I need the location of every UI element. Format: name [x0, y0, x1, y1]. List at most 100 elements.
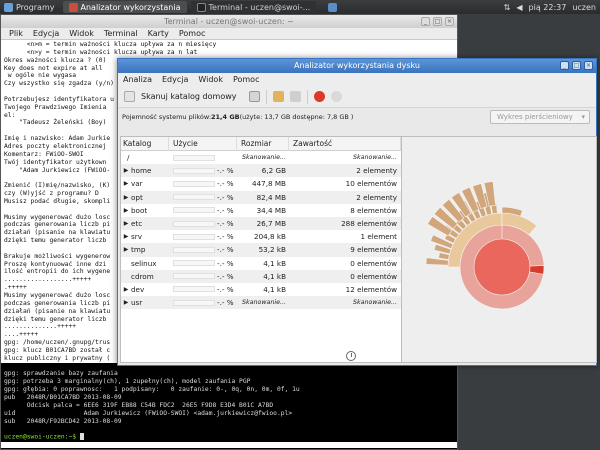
maximize-button[interactable]: □	[433, 17, 442, 26]
column-header-usage[interactable]: Użycie	[169, 136, 237, 151]
terminal-menu-item[interactable]: Karty	[148, 28, 169, 39]
expander-triangle-icon[interactable]: ▶	[121, 233, 131, 240]
apps-menu-button[interactable]: Programy	[0, 0, 59, 14]
terminal-prompt[interactable]: uczen@swoi-uczen:~$	[4, 434, 80, 441]
task-analyzer[interactable]: Analizator wykorzystania	[62, 1, 187, 13]
network-icon[interactable]: ⇅	[504, 3, 511, 12]
analyzer-menu-item[interactable]: Analiza	[123, 73, 152, 86]
ring-chart-panel[interactable]	[402, 136, 597, 363]
user-menu[interactable]: uczen	[572, 3, 596, 12]
terminal-line: Zmienić (I)mię/nazwisko, (K)	[4, 182, 111, 190]
analyzer-titlebar[interactable]: Analizator wykorzystania dysku _ □ ×	[118, 59, 596, 73]
stop-icon[interactable]	[313, 91, 325, 102]
table-row[interactable]: / Skanowanie... Skanowanie...	[121, 151, 401, 164]
expander-triangle-icon[interactable]: ▶	[121, 180, 131, 187]
terminal-line: <n>y = termin ważności klucza upływa za …	[4, 48, 198, 56]
terminal-line: gpg: /home/uczen/.gnupg/trus	[4, 339, 111, 347]
analyzer-toolbar: Skanuj katalog domowy	[118, 86, 596, 108]
terminal-title: Terminal - uczen@swoi-uczen: ~	[164, 17, 294, 26]
analyzer-menu-item[interactable]: Pomoc	[233, 73, 260, 86]
analyzer-maximize-button[interactable]: □	[572, 61, 581, 70]
usage-bar	[173, 233, 215, 240]
expander-triangle-icon[interactable]: ▶	[121, 246, 131, 253]
minimize-button[interactable]: _	[421, 17, 430, 26]
table-row[interactable]: ▶ dev -.- % 4,1 kB 12 elementów	[121, 283, 401, 296]
analyzer-close-button[interactable]: ×	[584, 61, 593, 70]
contents-cell: Skanowanie...	[353, 299, 397, 307]
expander-triangle-icon[interactable]: ▶	[121, 220, 131, 227]
close-button[interactable]: ×	[445, 17, 454, 26]
terminal-line: ....+++++	[4, 331, 39, 339]
analyzer-menu-item[interactable]: Widok	[198, 73, 223, 86]
terminal-menu-item[interactable]: Widok	[69, 28, 94, 39]
usage-cell: -.- %	[169, 206, 237, 215]
terminal-menu-item[interactable]: Edycja	[33, 28, 59, 39]
terminal-line: .+++++	[4, 284, 27, 292]
analyzer-minimize-button[interactable]: _	[560, 61, 569, 70]
usage-bar	[173, 194, 215, 201]
refresh-icon[interactable]	[330, 91, 342, 102]
scan-filesystem-icon[interactable]	[248, 91, 260, 102]
terminal-menu-item[interactable]: Plik	[9, 28, 23, 39]
analyzer-menu-item[interactable]: Edycja	[162, 73, 188, 86]
chevron-down-icon: ▾	[581, 113, 585, 121]
contents-cell: 9 elementów	[350, 245, 397, 255]
expander-triangle-icon[interactable]: ▶	[121, 299, 131, 306]
analyzer-title: Analizator wykorzystania dysku	[294, 61, 420, 70]
usage-cell: -.- %	[169, 166, 237, 175]
expander-triangle-icon[interactable]: ▶	[121, 167, 131, 174]
volume-icon[interactable]: ◀	[516, 3, 522, 12]
expander-triangle-icon[interactable]: ▶	[121, 286, 131, 293]
terminal-line: Twojego Prawdziwego Imienia	[4, 103, 107, 111]
directory-name: selinux	[131, 258, 157, 268]
task-terminal[interactable]: Terminal - uczen@swoi-...	[190, 1, 317, 13]
table-header: Katalog Użycie Rozmiar Zawartość	[121, 136, 401, 151]
terminal-menu-item[interactable]: Terminal	[104, 28, 138, 39]
column-header-size[interactable]: Rozmiar	[237, 136, 289, 151]
table-row[interactable]: ▶ etc -.- % 26,7 MB 288 elementów	[121, 216, 401, 231]
column-header-contents[interactable]: Zawartość	[289, 136, 401, 151]
terminal-menu-item[interactable]: Pomoc	[179, 28, 206, 39]
usage-bar	[173, 273, 215, 280]
directory-name: tmp	[131, 245, 146, 255]
usage-percent: -.- %	[217, 245, 234, 255]
analyzer-menubar: Analiza Edycja Widok Pomoc	[118, 73, 596, 86]
scan-remote-icon[interactable]	[289, 91, 301, 102]
capacity-prefix: Pojemność systemu plików:	[122, 113, 212, 121]
column-header-directory[interactable]: Katalog	[121, 136, 169, 151]
expander-triangle-icon[interactable]: ▶	[121, 194, 131, 201]
scan-folder-icon[interactable]	[272, 91, 284, 102]
directory-name: home	[131, 166, 152, 176]
terminal-line: el:	[4, 111, 16, 119]
size-cell: 204,8 kB	[254, 232, 286, 242]
scan-home-button[interactable]: Skanuj katalog domowy	[141, 92, 237, 101]
table-row[interactable]: ▶ opt -.- % 82,4 MB 2 elementy	[121, 190, 401, 204]
directory-name: cdrom	[131, 271, 154, 281]
usage-cell: -.- %	[169, 285, 237, 294]
ring-chart[interactable]	[402, 137, 596, 366]
table-row[interactable]: ▶ tmp -.- % 53,2 kB 9 elementów	[121, 243, 401, 257]
terminal-line: klucz publiczny i prywatny (	[4, 354, 111, 362]
terminal-line: Musimy wygenerować dużo losc	[4, 213, 111, 221]
table-row[interactable]: cdrom -.- % 4,1 kB 0 elementów	[121, 269, 401, 283]
table-row[interactable]: ▶ usr -.- % Skanowanie... Skanowanie...	[121, 296, 401, 310]
contents-cell: Skanowanie...	[353, 154, 397, 162]
terminal-line: dzięki temu generator liczb	[4, 315, 107, 323]
table-row[interactable]: ▶ home -.- % 6,2 GB 2 elementy	[121, 164, 401, 178]
directory-name: boot	[131, 205, 148, 215]
table-row[interactable]: ▶ boot -.- % 34,4 MB 8 elementów	[121, 204, 401, 217]
table-row[interactable]: ▶ srv -.- % 204,8 kB 1 element	[121, 230, 401, 243]
terminal-titlebar[interactable]: Terminal - uczen@swoi-uczen: ~ _ □ ×	[1, 15, 457, 28]
terminal-line: w ogóle nie wygasa	[4, 72, 77, 80]
size-cell: 4,1 kB	[263, 284, 286, 294]
chart-type-select[interactable]: Wykres pierścieniowy ▾	[490, 110, 590, 124]
terminal-line: Twój identyfikator użytkown	[4, 158, 107, 166]
table-row[interactable]: ▶ var -.- % 447,8 MB 10 elementów	[121, 177, 401, 190]
terminal-text-bottom: gpg: sprawdzanie bazy zaufania gpg: potr…	[1, 362, 457, 442]
usage-cell: -.- %	[169, 179, 237, 188]
table-row[interactable]: selinux -.- % 4,1 kB 0 elementów	[121, 257, 401, 270]
expander-triangle-icon[interactable]: ▶	[121, 207, 131, 214]
show-desktop-button[interactable]	[324, 0, 341, 14]
clock[interactable]: pią 22:37	[529, 3, 567, 12]
table-rows: / Skanowanie... Skanowanie... ▶ home -.- % 6,2…	[121, 151, 401, 310]
